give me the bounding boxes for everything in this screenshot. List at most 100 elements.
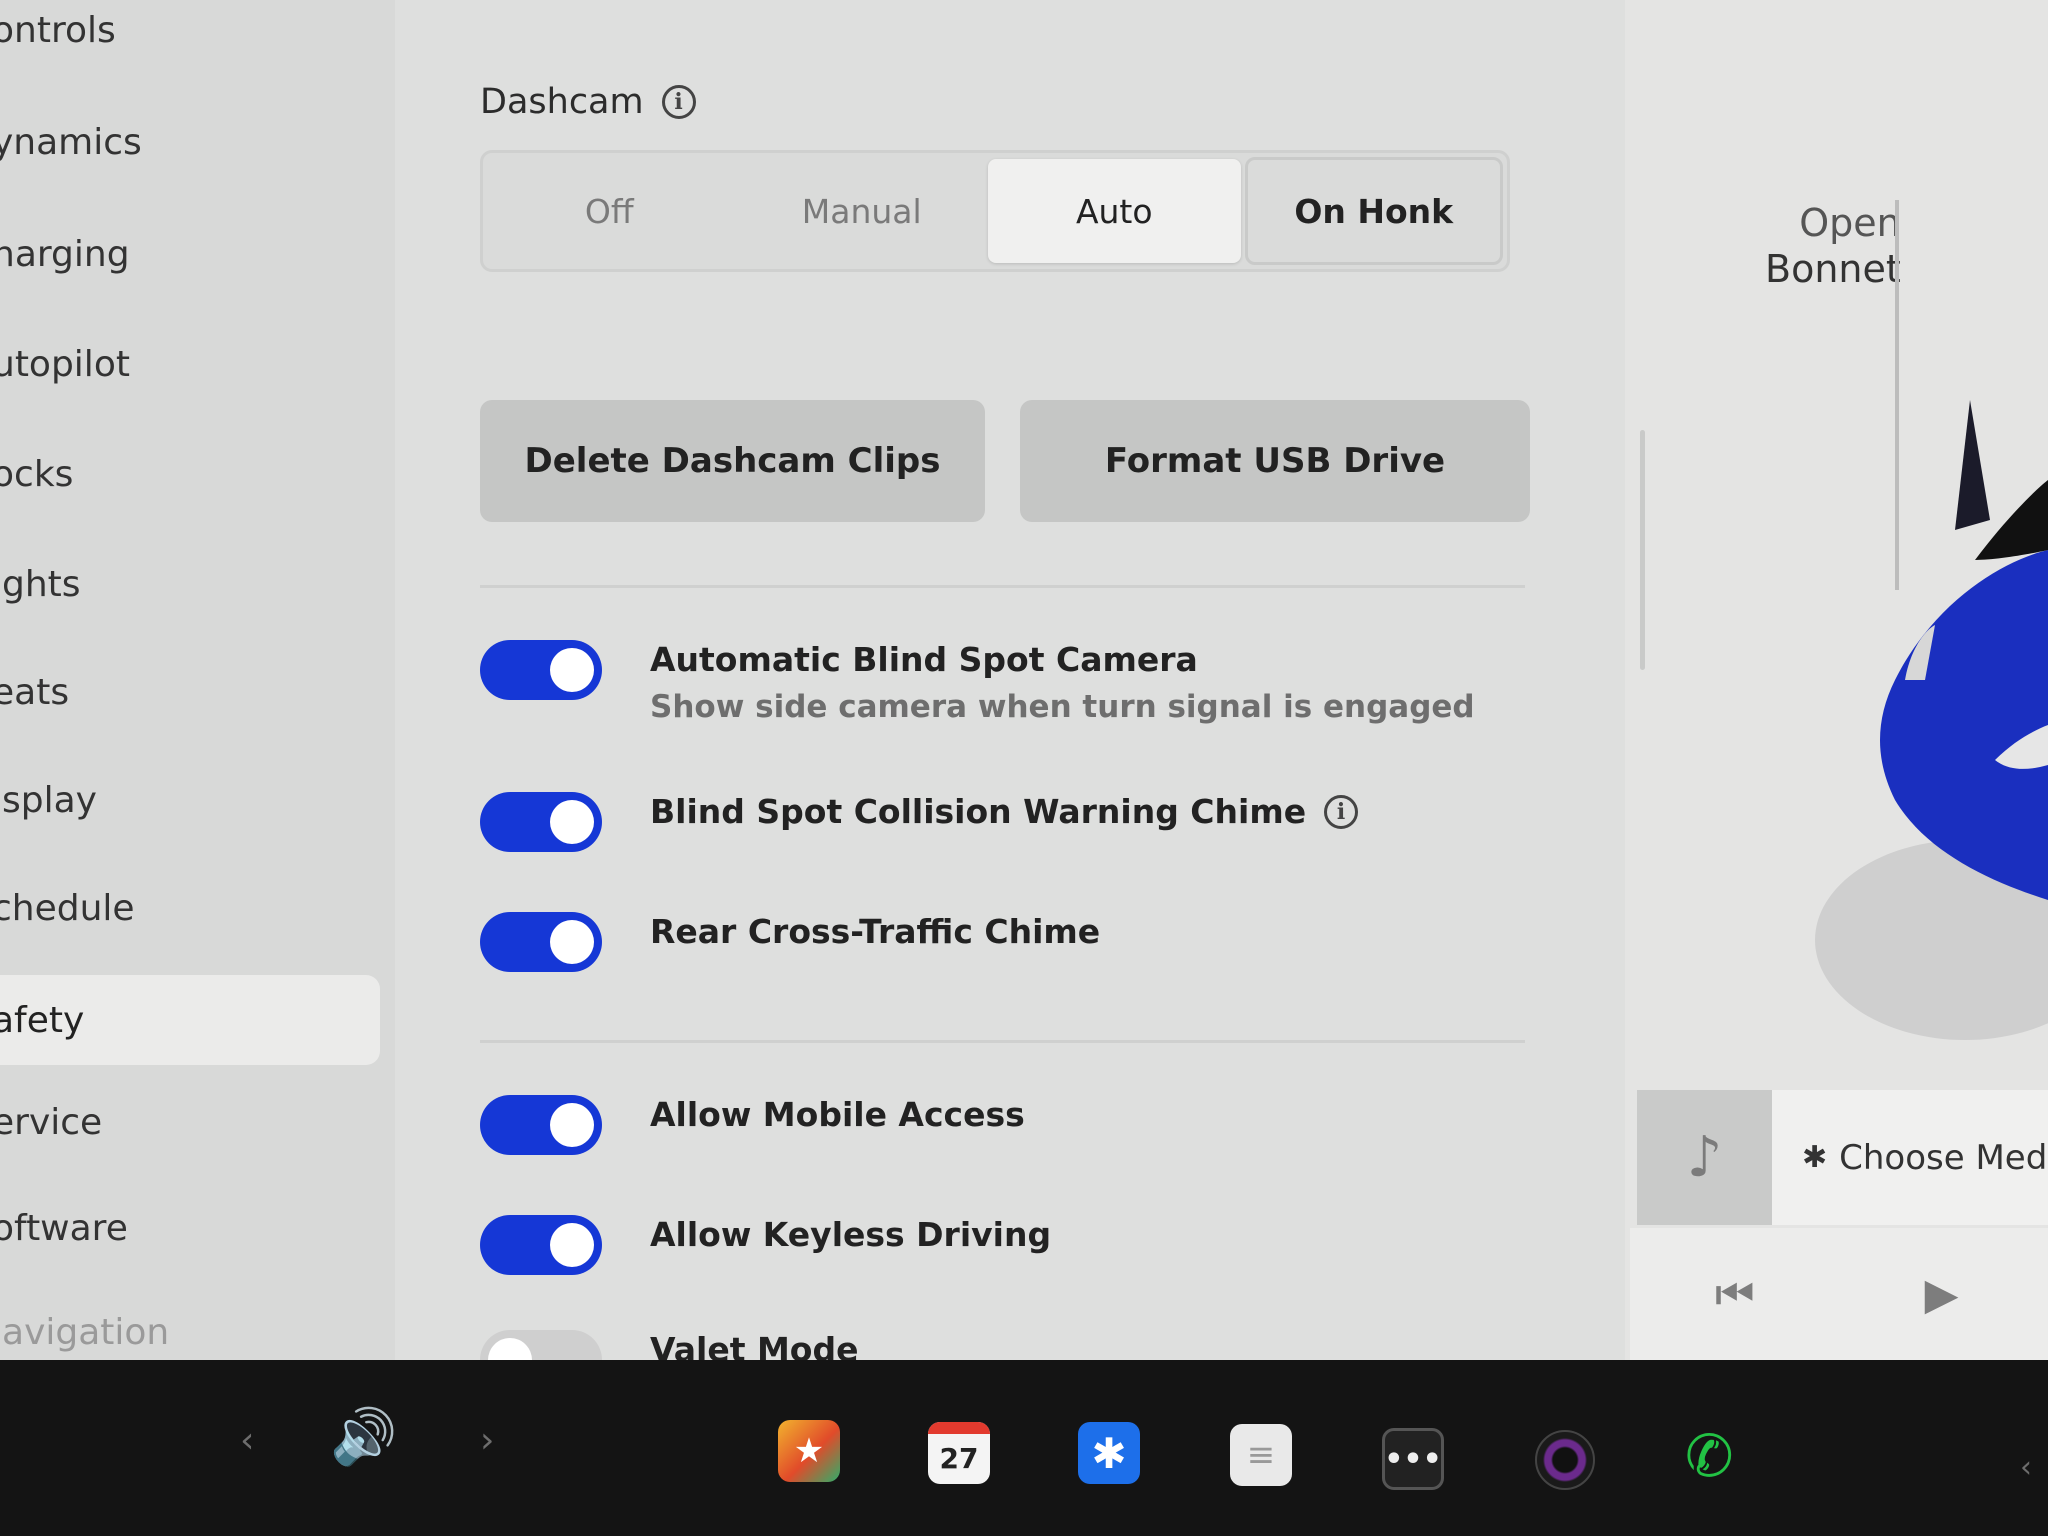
dashcam-heading: Dashcam i (480, 82, 696, 122)
hood-line2: Bonnet (1765, 247, 1901, 291)
toybox-app-icon[interactable]: ★ (778, 1420, 840, 1482)
toggle-subtitle: Show side camera when turn signal is eng… (650, 689, 1475, 725)
sidebar-item-controls[interactable]: ontrols (0, 0, 380, 70)
phone-app-icon[interactable]: ✆ (1685, 1422, 1734, 1490)
sidebar-item-label: eats (0, 671, 70, 713)
dashcam-title: Dashcam (480, 82, 644, 122)
calendar-day: 27 (939, 1441, 979, 1475)
button-label: Delete Dashcam Clips (524, 441, 941, 481)
car-bonnet-open (1955, 400, 1990, 530)
sidebar-item-locks[interactable]: ocks (0, 434, 380, 514)
sidebar-item-label: harging (0, 233, 130, 275)
choose-media-button[interactable]: ✱ Choose Medi (1772, 1090, 2048, 1225)
divider (480, 1040, 1525, 1043)
rear-cross-traffic-toggle[interactable] (480, 912, 602, 972)
toggle-knob (550, 800, 594, 844)
previous-track-icon[interactable]: ⏮ (1715, 1269, 1755, 1320)
toggle-label-text: Automatic Blind Spot Camera (650, 640, 1198, 679)
sidebar-item-label: ontrols (0, 9, 116, 51)
toggle-label: Automatic Blind Spot Camera (650, 640, 1475, 679)
media-player-header: ♪ ✱ Choose Medi (1637, 1090, 2048, 1225)
media-controls: ⏮ ▶ (1630, 1228, 2048, 1360)
info-icon[interactable]: i (661, 85, 696, 119)
settings-sidebar: ontrols ynamics harging utopilot ocks ig… (0, 0, 395, 1360)
format-usb-drive-button[interactable]: Format USB Drive (1020, 400, 1530, 522)
bluetooth-icon: ✱ (1802, 1140, 1828, 1175)
sidebar-item-autopilot[interactable]: utopilot (0, 324, 380, 404)
music-note-icon[interactable]: ♪ (1637, 1090, 1772, 1225)
dashcam-option-off[interactable]: Off (483, 153, 736, 269)
sidebar-item-label: ights (0, 563, 81, 605)
sidebar-item-service[interactable]: ervice (0, 1082, 380, 1162)
bluetooth-app-icon[interactable]: ✱ (1078, 1422, 1140, 1484)
car-body (1880, 550, 2048, 900)
energy-app-icon[interactable]: ≡ (1230, 1424, 1292, 1486)
sidebar-item-label: ynamics (0, 121, 142, 163)
toggle-row-collision-warning-chime: Blind Spot Collision Warning Chime i (480, 792, 1359, 852)
toggle-label-text: Allow Mobile Access (650, 1095, 1025, 1134)
toggle-row-mobile-access: Allow Mobile Access (480, 1095, 1025, 1155)
info-icon[interactable]: i (1324, 794, 1359, 829)
toggle-row-blind-spot-camera: Automatic Blind Spot Camera Show side ca… (480, 640, 1475, 725)
sidebar-item-label: chedule (0, 887, 135, 929)
toggle-label-text: Blind Spot Collision Warning Chime (650, 792, 1307, 831)
toggle-label: Allow Mobile Access (650, 1095, 1025, 1134)
calendar-app-icon[interactable]: 27 (928, 1422, 990, 1484)
dashcam-option-on-honk[interactable]: On Honk (1244, 157, 1503, 265)
blind-spot-camera-toggle[interactable] (480, 640, 602, 700)
car-visual-panel: Open Bonnet ♪ ✱ Choose Medi ⏮ ▶ (1625, 0, 2048, 1360)
option-label: Manual (801, 191, 922, 231)
toggle-label: Rear Cross-Traffic Chime (650, 912, 1100, 951)
toggle-knob (550, 1223, 594, 1267)
collision-warning-chime-toggle[interactable] (480, 792, 602, 852)
safety-settings-panel: Dashcam i Off Manual Auto On Honk Delete… (395, 0, 1625, 1390)
toggle-knob (550, 920, 594, 964)
hood-line1: Open (1799, 201, 1901, 245)
sidebar-item-label: utopilot (0, 343, 130, 385)
sidebar-item-label: ocks (0, 453, 74, 495)
more-apps-icon[interactable]: ••• (1382, 1428, 1444, 1490)
volume-down-chevron-icon[interactable]: ‹ (240, 1420, 254, 1461)
option-label: On Honk (1294, 191, 1454, 231)
open-bonnet-button[interactable]: Open Bonnet (1765, 200, 1901, 292)
dashcam-option-manual[interactable]: Manual (736, 153, 989, 269)
option-label: Off (584, 191, 634, 231)
sidebar-item-charging[interactable]: harging (0, 214, 380, 294)
sidebar-item-label: lavigation (0, 1311, 170, 1353)
dashcam-option-auto[interactable]: Auto (988, 159, 1241, 263)
delete-dashcam-clips-button[interactable]: Delete Dashcam Clips (480, 400, 985, 522)
sidebar-item-label: ervice (0, 1101, 103, 1143)
toggle-row-rear-cross-traffic: Rear Cross-Traffic Chime (480, 912, 1100, 972)
sidebar-item-label: isplay (0, 779, 97, 821)
toggle-knob (550, 648, 594, 692)
dashcam-mode-selector: Off Manual Auto On Honk (480, 150, 1510, 272)
mobile-access-toggle[interactable] (480, 1095, 602, 1155)
toggle-label-text: Allow Keyless Driving (650, 1215, 1052, 1254)
sidebar-item-schedule[interactable]: chedule (0, 868, 380, 948)
toggle-label: Allow Keyless Driving (650, 1215, 1051, 1254)
climate-chevron-icon[interactable]: ‹ (2020, 1450, 2032, 1485)
scrollbar[interactable] (1640, 430, 1645, 670)
car-image (1815, 400, 2048, 1040)
sidebar-item-label: afety (0, 999, 85, 1041)
toggle-label-text: Rear Cross-Traffic Chime (650, 912, 1101, 951)
sidebar-item-display[interactable]: isplay (0, 760, 380, 840)
camera-app-icon[interactable] (1535, 1430, 1595, 1490)
keyless-driving-toggle[interactable] (480, 1215, 602, 1275)
button-label: Format USB Drive (1104, 441, 1446, 481)
taskbar (0, 1360, 2048, 1536)
volume-speaker-icon[interactable]: 🔊 (330, 1405, 397, 1469)
sidebar-item-software[interactable]: oftware (0, 1188, 380, 1268)
sidebar-item-dynamics[interactable]: ynamics (0, 102, 380, 182)
play-icon[interactable]: ▶ (1925, 1269, 1959, 1320)
sidebar-item-label: oftware (0, 1207, 128, 1249)
toggle-row-keyless-driving: Allow Keyless Driving (480, 1215, 1051, 1275)
sidebar-item-seats[interactable]: eats (0, 652, 380, 732)
sidebar-item-safety[interactable]: afety (0, 975, 380, 1065)
volume-up-chevron-icon[interactable]: › (480, 1420, 494, 1461)
toggle-knob (550, 1103, 594, 1147)
toggle-label: Blind Spot Collision Warning Chime i (650, 792, 1359, 831)
choose-media-label: Choose Medi (1839, 1137, 2048, 1178)
app-window: ontrols ynamics harging utopilot ocks ig… (0, 0, 2048, 1390)
sidebar-item-lights[interactable]: ights (0, 544, 380, 624)
